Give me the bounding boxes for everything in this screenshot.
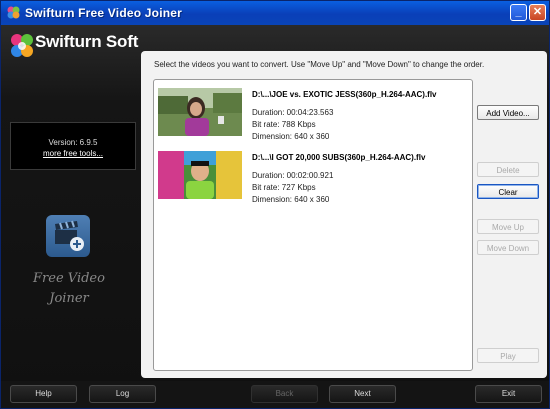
product-name-line2: Joiner [49,291,89,306]
minimize-button[interactable]: _ [510,4,527,21]
video-duration: Duration: 00:04:23.563 [252,108,334,117]
video-duration: Duration: 00:02:00.921 [252,171,334,180]
product-name-line1: Free Video [33,271,105,286]
next-button[interactable]: Next [329,385,396,403]
clapperboard-icon [46,215,90,257]
clear-button[interactable]: Clear [477,184,539,199]
video-bitrate: Bit rate: 788 Kbps [252,120,316,129]
swifturn-logo-icon [11,34,33,57]
video-dimension: Dimension: 640 x 360 [252,195,330,204]
window-title: Swifturn Free Video Joiner [25,6,183,20]
move-down-button[interactable]: Move Down [477,240,539,255]
video-thumbnail [158,88,242,136]
help-button[interactable]: Help [10,385,77,403]
logo-text: Swifturn Soft [35,32,139,51]
play-button[interactable]: Play [477,348,539,363]
version-label: Version: 6.9.5 [48,138,98,147]
more-free-tools-link[interactable]: more free tools... [11,149,135,158]
video-dimension: Dimension: 640 x 360 [252,132,330,141]
minimize-icon: _ [515,6,522,18]
version-box: Version: 6.9.5 more free tools... [10,122,136,170]
client-area: Swifturn Soft Version: 6.9.5 more free t… [1,25,549,408]
video-filename: D:\...\I GOT 20,000 SUBS(360p_H.264-AAC)… [252,153,426,162]
instructions-text: Select the videos you want to convert. U… [154,60,485,69]
video-list[interactable]: D:\...\JOE vs. EXOTIC JESS(360p_H.264-AA… [153,79,473,371]
video-thumbnail [158,151,242,199]
back-button[interactable]: Back [251,385,318,403]
product-name: Free Video Joiner [21,269,117,309]
main-panel: Select the videos you want to convert. U… [141,51,547,378]
video-filename: D:\...\JOE vs. EXOTIC JESS(360p_H.264-AA… [252,90,437,99]
app-icon [7,6,20,19]
log-button[interactable]: Log [89,385,156,403]
video-bitrate: Bit rate: 727 Kbps [252,183,316,192]
add-video-button[interactable]: Add Video... [477,105,539,120]
video-list-item[interactable]: D:\...\I GOT 20,000 SUBS(360p_H.264-AAC)… [158,151,458,211]
close-button[interactable]: ✕ [529,4,546,21]
app-window: Swifturn Free Video Joiner _ ✕ Swifturn … [0,0,550,409]
delete-button[interactable]: Delete [477,162,539,177]
move-up-button[interactable]: Move Up [477,219,539,234]
bottom-toolbar: Help Log Back Next Exit [1,381,549,408]
exit-button[interactable]: Exit [475,385,542,403]
close-icon: ✕ [532,6,543,18]
video-list-item[interactable]: D:\...\JOE vs. EXOTIC JESS(360p_H.264-AA… [158,88,458,148]
title-bar[interactable]: Swifturn Free Video Joiner _ ✕ [1,1,549,25]
